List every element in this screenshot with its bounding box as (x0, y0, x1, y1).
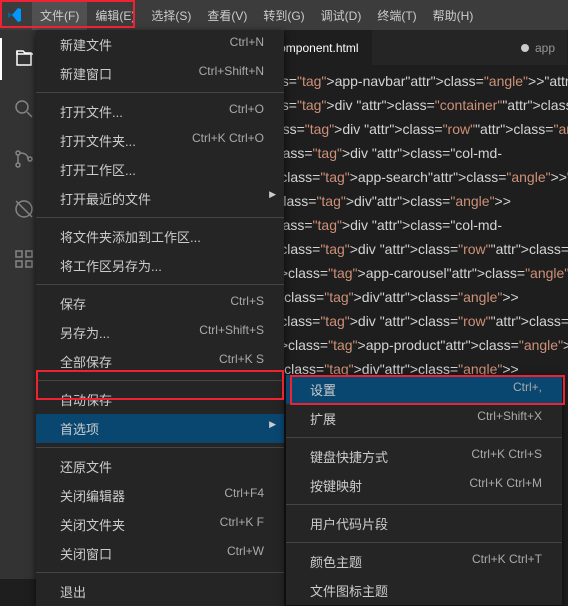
menu-item-label: 将工作区另存为... (60, 256, 162, 275)
menu-separator (36, 92, 284, 93)
menu-item[interactable]: 还原文件 (36, 452, 284, 481)
menu-item[interactable]: 扩展 Ctrl+Shift+X (286, 404, 562, 433)
menu-item[interactable]: 将文件夹添加到工作区... (36, 222, 284, 251)
menu-separator (36, 380, 284, 381)
menu-item[interactable]: 自动保存 (36, 385, 284, 414)
menu-shortcut: Ctrl+K F (220, 515, 264, 534)
menu-item-label: 关闭编辑器 (60, 486, 125, 505)
menu-item-label: 退出 (60, 582, 86, 601)
menu-debug[interactable]: 调试(D) (313, 0, 370, 30)
menu-item-label: 新建文件 (60, 35, 112, 54)
menu-item[interactable]: 全部保存 Ctrl+K S (36, 347, 284, 376)
menu-separator (286, 437, 562, 438)
menu-go[interactable]: 转到(G) (255, 0, 312, 30)
menu-separator (286, 504, 562, 505)
menu-item-label: 保存 (60, 294, 86, 313)
menu-item-label: 首选项 (60, 419, 99, 438)
tab-overflow[interactable]: app (509, 30, 568, 65)
menu-item[interactable]: 文件图标主题 (286, 576, 562, 605)
menu-item[interactable]: 关闭文件夹 Ctrl+K F (36, 510, 284, 539)
menu-item[interactable]: 键盘快捷方式 Ctrl+K Ctrl+S (286, 442, 562, 471)
menubar: 文件(F) 编辑(E) 选择(S) 查看(V) 转到(G) 调试(D) 终端(T… (0, 0, 568, 30)
menu-item[interactable]: 保存 Ctrl+S (36, 289, 284, 318)
menu-item-label: 自动保存 (60, 390, 112, 409)
menu-shortcut: Ctrl+K Ctrl+O (192, 131, 264, 150)
menu-shortcut: Ctrl+F4 (224, 486, 264, 505)
tab-label: app (535, 41, 555, 55)
menu-shortcut: Ctrl+K Ctrl+M (469, 476, 542, 495)
menu-separator (36, 447, 284, 448)
menu-file[interactable]: 文件(F) (32, 0, 87, 30)
submenu-arrow-icon: ▶ (269, 419, 276, 430)
menu-help[interactable]: 帮助(H) (425, 0, 482, 30)
menu-item[interactable]: 新建窗口 Ctrl+Shift+N (36, 59, 284, 88)
menu-item-label: 将文件夹添加到工作区... (60, 227, 201, 246)
menu-separator (286, 542, 562, 543)
menu-edit[interactable]: 编辑(E) (87, 0, 143, 30)
menu-item[interactable]: 设置 Ctrl+, (286, 375, 562, 404)
menu-shortcut: Ctrl+K Ctrl+S (471, 447, 542, 466)
menu-item-label: 扩展 (310, 409, 336, 428)
preferences-submenu: 设置 Ctrl+, 扩展 Ctrl+Shift+X 键盘快捷方式 Ctrl+K Ctrl+… (286, 375, 562, 605)
menu-shortcut: Ctrl+S (230, 294, 264, 313)
menu-shortcut: Ctrl+W (227, 544, 264, 563)
menu-item-label: 文件图标主题 (310, 581, 388, 600)
menu-shortcut: Ctrl+N (230, 35, 264, 54)
menu-item-label: 键盘快捷方式 (310, 447, 388, 466)
menu-item-label: 设置 (310, 380, 336, 399)
menu-shortcut: Ctrl+, (513, 380, 542, 399)
menu-item-label: 打开文件夹... (60, 131, 136, 150)
menu-item[interactable]: 颜色主题 Ctrl+K Ctrl+T (286, 547, 562, 576)
menu-item[interactable]: 打开工作区... (36, 155, 284, 184)
menu-item-label: 新建窗口 (60, 64, 112, 83)
menu-item-label: 打开文件... (60, 102, 123, 121)
menu-item[interactable]: 打开文件夹... Ctrl+K Ctrl+O (36, 126, 284, 155)
menu-shortcut: Ctrl+K S (219, 352, 264, 371)
menu-item-label: 用户代码片段 (310, 514, 388, 533)
menu-separator (36, 284, 284, 285)
menu-item-label: 打开工作区... (60, 160, 136, 179)
menu-separator (36, 572, 284, 573)
menu-shortcut: Ctrl+Shift+X (477, 409, 542, 428)
menu-item-label: 颜色主题 (310, 552, 362, 571)
submenu-arrow-icon: ▶ (269, 189, 276, 200)
menu-item-label: 按键映射 (310, 476, 362, 495)
menu-item[interactable]: 退出 (36, 577, 284, 606)
menu-separator (36, 217, 284, 218)
menu-item[interactable]: 用户代码片段 (286, 509, 562, 538)
menu-item-label: 另存为... (60, 323, 110, 342)
menu-item[interactable]: 打开文件... Ctrl+O (36, 97, 284, 126)
menu-item-label: 全部保存 (60, 352, 112, 371)
modified-dot-icon (521, 44, 529, 52)
menu-terminal[interactable]: 终端(T) (369, 0, 424, 30)
menu-item[interactable]: 关闭窗口 Ctrl+W (36, 539, 284, 568)
menu-view[interactable]: 查看(V) (199, 0, 255, 30)
menu-item[interactable]: 关闭编辑器 Ctrl+F4 (36, 481, 284, 510)
menu-item[interactable]: 打开最近的文件 ▶ (36, 184, 284, 213)
menu-item-label: 还原文件 (60, 457, 112, 476)
file-menu-dropdown: 新建文件Ctrl+N新建窗口Ctrl+Shift+N打开文件...Ctrl+O打… (36, 30, 284, 606)
menu-item[interactable]: 按键映射 Ctrl+K Ctrl+M (286, 471, 562, 500)
vscode-logo-icon (6, 6, 24, 24)
menu-item-label: 关闭窗口 (60, 544, 112, 563)
menu-item-label: 关闭文件夹 (60, 515, 125, 534)
menu-item[interactable]: 另存为... Ctrl+Shift+S (36, 318, 284, 347)
menu-shortcut: Ctrl+O (229, 102, 264, 121)
menu-item[interactable]: 新建文件 Ctrl+N (36, 30, 284, 59)
menu-shortcut: Ctrl+K Ctrl+T (472, 552, 542, 571)
menu-item[interactable]: 首选项 ▶ (36, 414, 284, 443)
menu-item[interactable]: 将工作区另存为... (36, 251, 284, 280)
menu-shortcut: Ctrl+Shift+S (199, 323, 264, 342)
menu-item-label: 打开最近的文件 (60, 189, 151, 208)
menu-select[interactable]: 选择(S) (143, 0, 199, 30)
menu-shortcut: Ctrl+Shift+N (199, 64, 264, 83)
